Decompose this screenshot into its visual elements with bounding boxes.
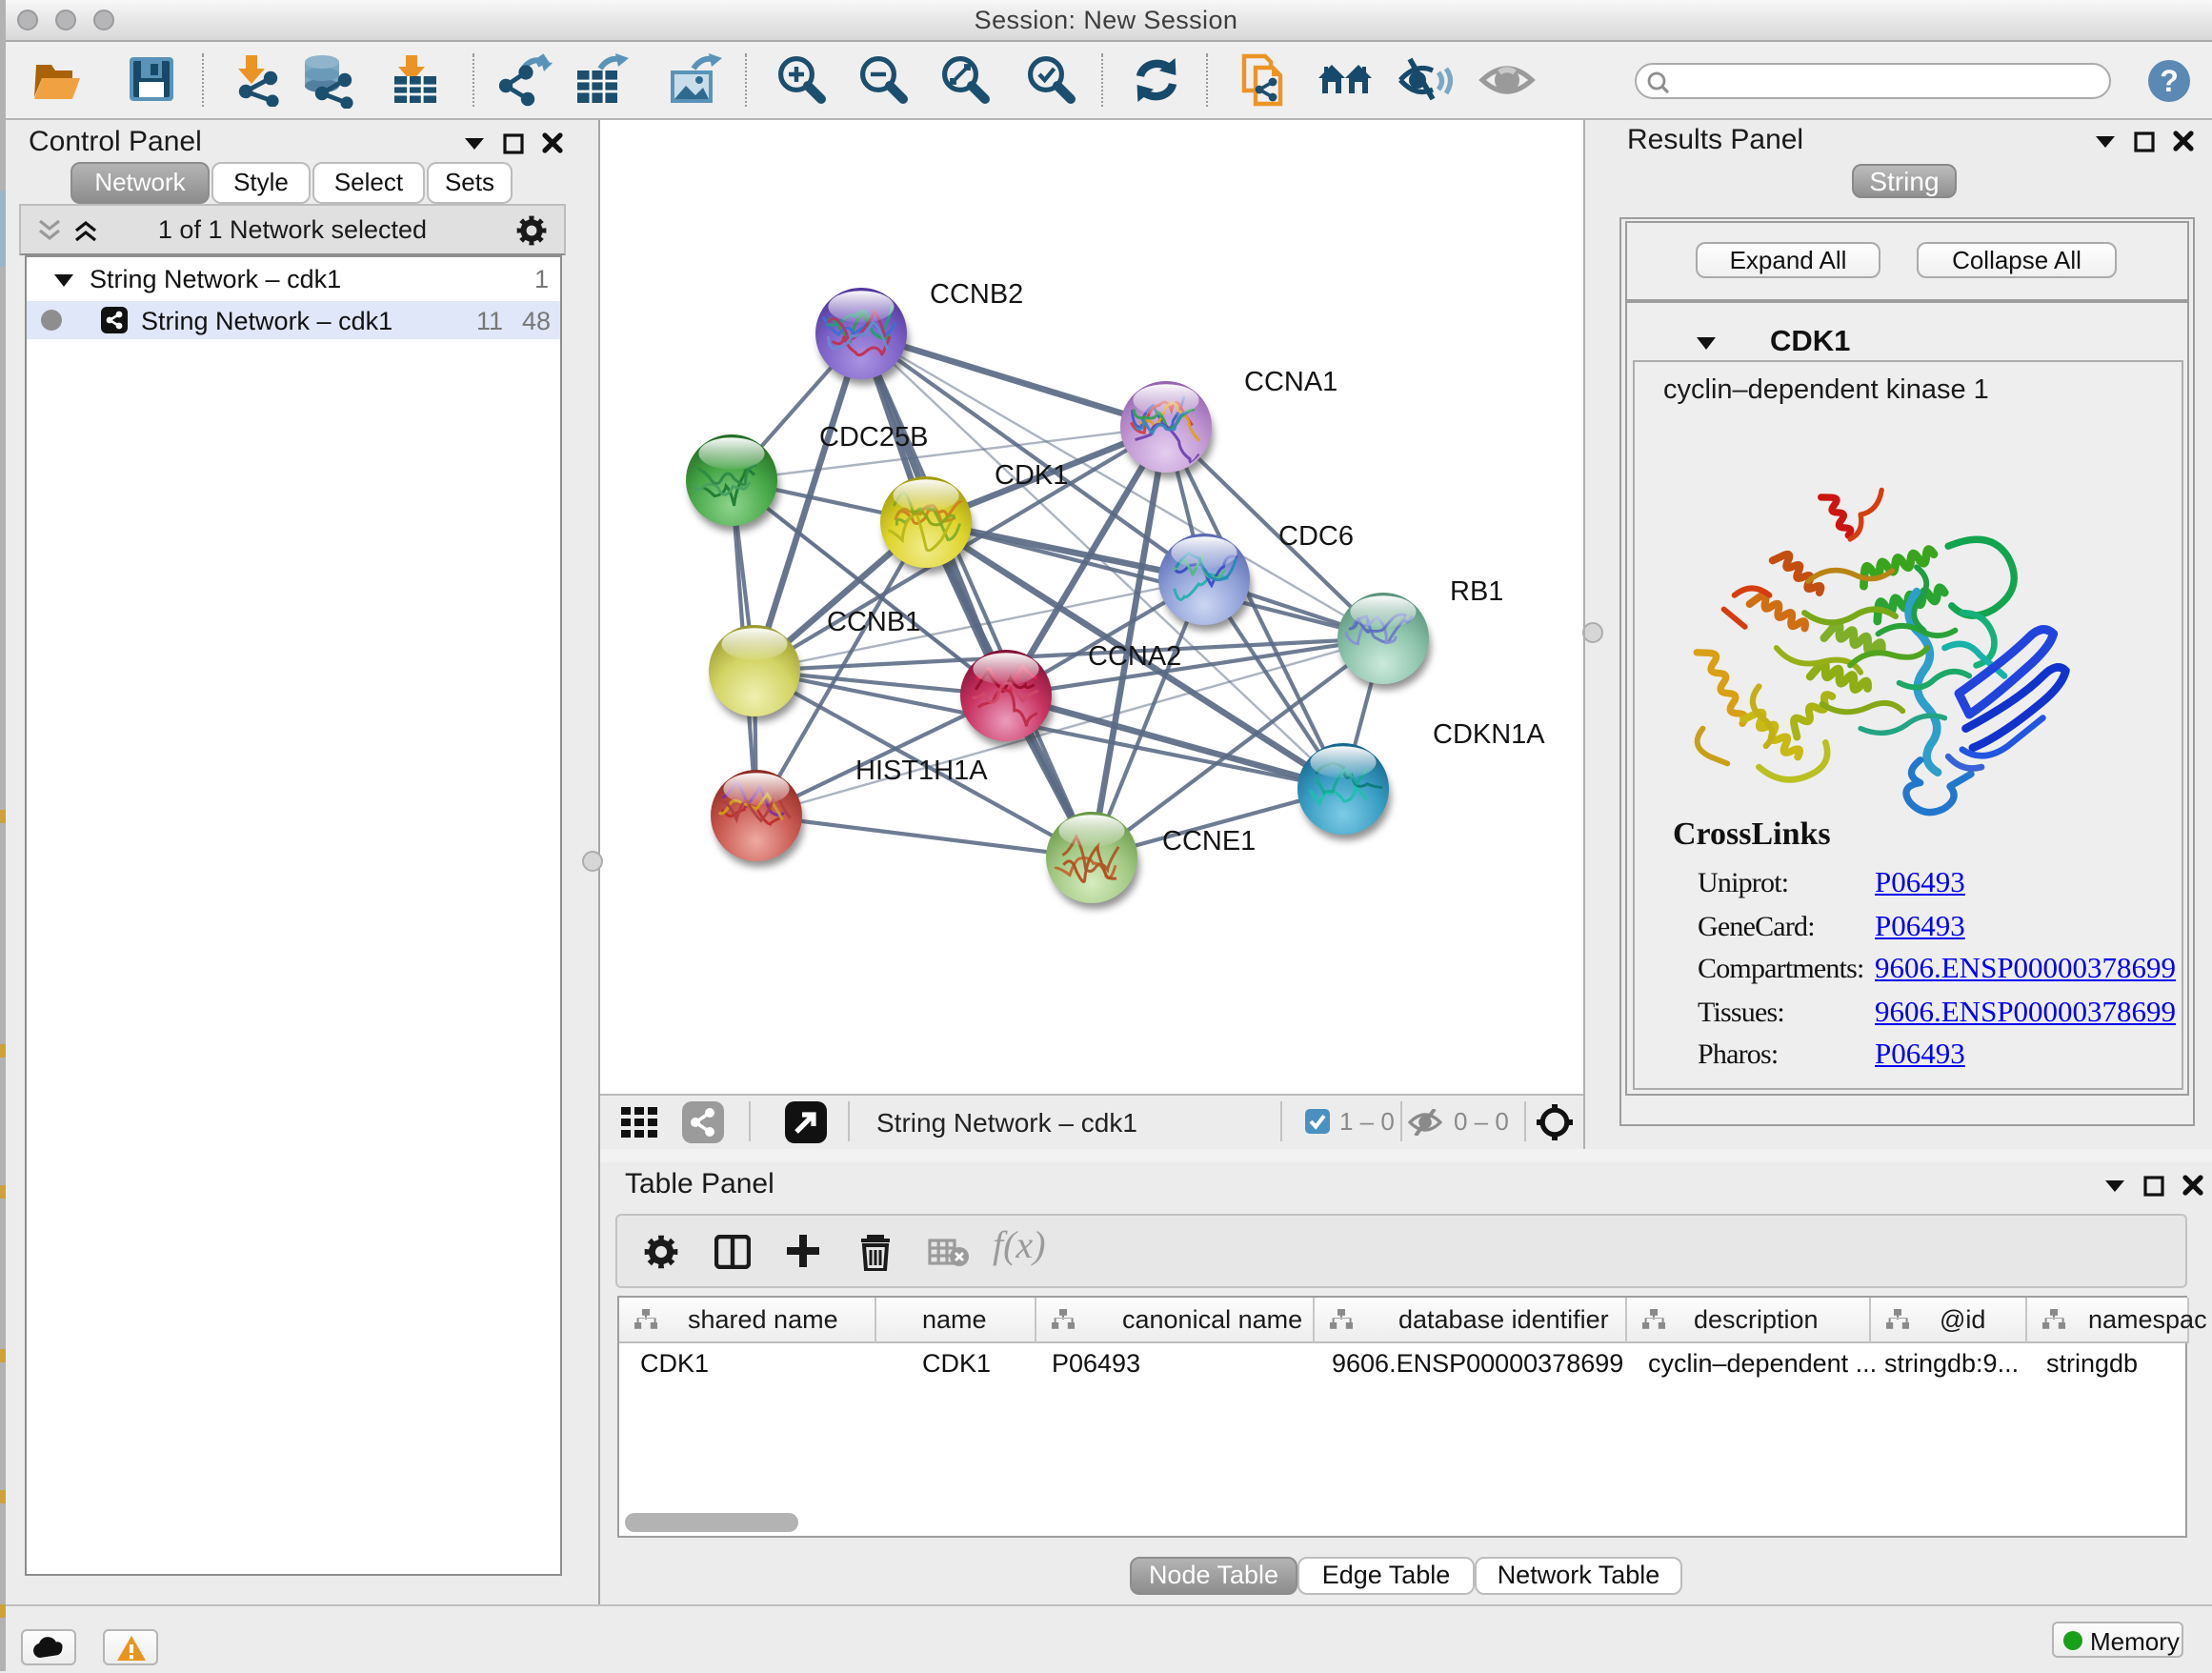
svg-text:CDK1: CDK1 [995, 460, 1068, 491]
svg-text:CDKN1A: CDKN1A [1433, 719, 1545, 750]
svg-text:CDC25B: CDC25B [819, 422, 928, 453]
svg-text:CCNA2: CCNA2 [1088, 641, 1181, 672]
svg-text:CCNB2: CCNB2 [930, 279, 1023, 310]
svg-text:?: ? [2160, 64, 2179, 98]
svg-text:RB1: RB1 [1450, 576, 1503, 607]
svg-text:CDC6: CDC6 [1278, 521, 1354, 552]
svg-text:HIST1H1A: HIST1H1A [855, 756, 988, 786]
svg-text:CCNA1: CCNA1 [1244, 367, 1337, 397]
svg-text:CCNB1: CCNB1 [827, 607, 920, 637]
svg-text:CCNE1: CCNE1 [1162, 826, 1256, 857]
